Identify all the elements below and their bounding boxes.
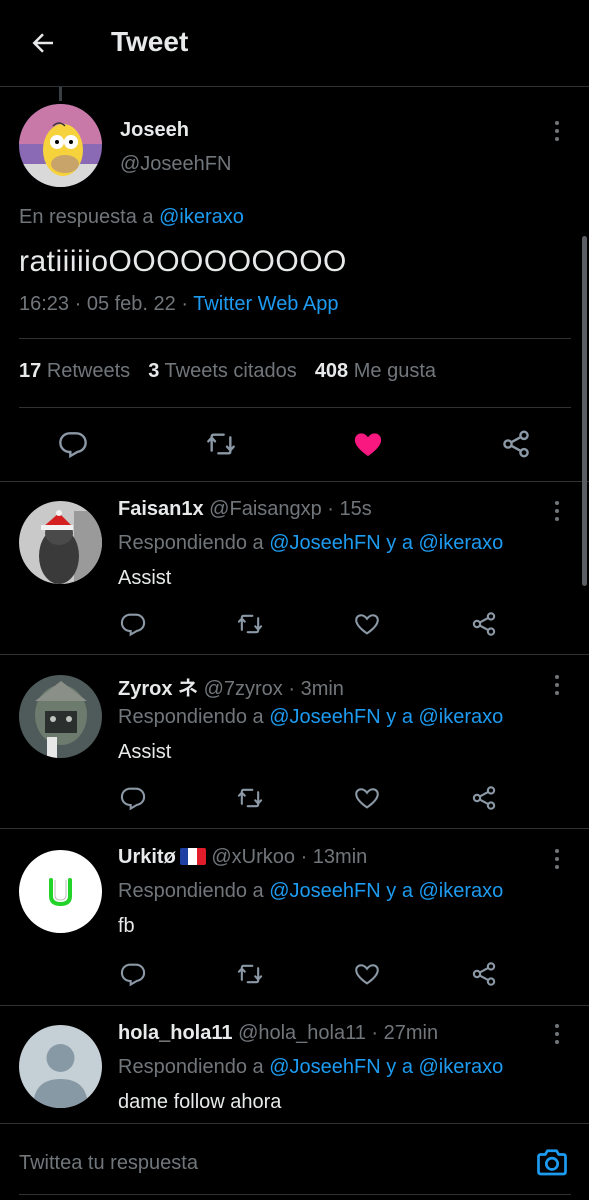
replying-prefix: Respondiendo a xyxy=(118,706,264,728)
tweet-timestamp[interactable]: 16:23 · 05 feb. 22 · xyxy=(19,293,188,315)
replying-prefix: Respondiendo a xyxy=(118,532,264,554)
author-name[interactable]: Zyrox ネ xyxy=(118,678,198,700)
thread-line xyxy=(59,87,62,101)
avatar[interactable] xyxy=(19,675,102,758)
top-bar: Tweet xyxy=(0,0,589,87)
divider xyxy=(19,407,571,408)
more-options-icon[interactable] xyxy=(552,1023,562,1045)
retweet-icon[interactable] xyxy=(236,784,264,812)
reply-context: En respuesta a @ikeraxo xyxy=(19,206,244,229)
tweet-source-link[interactable]: Twitter Web App xyxy=(193,293,338,315)
author-handle-time[interactable]: @xUrkoo · 13min xyxy=(211,846,367,868)
reply-input[interactable]: Twittea tu respuesta xyxy=(19,1152,198,1175)
replying-to: Respondiendo a @JoseehFN y a @ikeraxo xyxy=(118,880,503,903)
reply-header: hola_hola11 @hola_hola11 · 27min xyxy=(118,1022,438,1045)
reply-icon[interactable] xyxy=(119,960,147,988)
reply-prefix: En respuesta a xyxy=(19,206,154,228)
likes-stat[interactable]: 408 Me gusta xyxy=(315,360,436,382)
divider xyxy=(19,1194,571,1195)
avatar[interactable] xyxy=(19,501,102,584)
replying-prefix: Respondiendo a xyxy=(118,880,264,902)
author-name[interactable]: hola_hola11 xyxy=(118,1022,233,1044)
divider xyxy=(19,338,571,339)
author-handle-time[interactable]: @hola_hola11 · 27min xyxy=(238,1022,438,1044)
author-handle-time[interactable]: @7zyrox · 3min xyxy=(204,678,344,700)
reply-composer: Twittea tu respuesta xyxy=(0,1123,589,1200)
reply-text: dame follow ahora xyxy=(118,1091,282,1113)
more-options-icon[interactable] xyxy=(552,120,562,142)
reply-text: Assist xyxy=(118,567,172,589)
mention-links[interactable]: @JoseehFN y a @ikeraxo xyxy=(269,1056,503,1078)
reply-header: Urkitø @xUrkoo · 13min xyxy=(118,846,367,869)
reply-icon[interactable] xyxy=(119,784,147,812)
reply-icon[interactable] xyxy=(119,610,147,638)
retweet-icon[interactable] xyxy=(236,610,264,638)
more-options-icon[interactable] xyxy=(552,848,562,870)
reply-text: Assist xyxy=(118,741,172,763)
reply-header: Zyrox ネ @7zyrox · 3min xyxy=(118,672,344,701)
mention-links[interactable]: @JoseehFN y a @ikeraxo xyxy=(269,706,503,728)
avatar[interactable] xyxy=(19,104,102,187)
author-handle-time[interactable]: @Faisangxp · 15s xyxy=(209,498,372,520)
like-icon[interactable] xyxy=(353,960,381,988)
retweet-icon[interactable] xyxy=(205,428,237,460)
replying-to: Respondiendo a @JoseehFN y a @ikeraxo xyxy=(118,706,503,729)
reply-header: Faisan1x @Faisangxp · 15s xyxy=(118,498,372,521)
replying-to: Respondiendo a @JoseehFN y a @ikeraxo xyxy=(118,1056,503,1079)
retweet-icon[interactable] xyxy=(236,960,264,988)
reply-icon[interactable] xyxy=(57,428,89,460)
like-icon[interactable] xyxy=(353,610,381,638)
camera-icon[interactable] xyxy=(534,1144,570,1180)
mention-links[interactable]: @JoseehFN y a @ikeraxo xyxy=(269,880,503,902)
author-handle[interactable]: @JoseehFN xyxy=(120,153,231,176)
share-icon[interactable] xyxy=(470,784,498,812)
tweet-meta: 16:23 · 05 feb. 22 · Twitter Web App xyxy=(19,293,338,316)
tweet-stats: 17 Retweets 3 Tweets citados 408 Me gusta xyxy=(19,360,436,383)
avatar[interactable] xyxy=(19,1025,102,1108)
french-flag-icon xyxy=(179,848,206,865)
avatar[interactable] xyxy=(19,850,102,933)
reply-text: fb xyxy=(118,915,135,937)
replying-to: Respondiendo a @JoseehFN y a @ikeraxo xyxy=(118,532,503,555)
like-icon[interactable] xyxy=(353,784,381,812)
quotes-stat[interactable]: 3 Tweets citados xyxy=(148,360,297,382)
share-icon[interactable] xyxy=(470,960,498,988)
author-name[interactable]: Urkitø xyxy=(118,846,176,868)
more-options-icon[interactable] xyxy=(552,674,562,696)
tweet-text: ratiiiiioOOOOOOOOOO xyxy=(19,245,347,278)
retweets-stat[interactable]: 17 Retweets xyxy=(19,360,130,382)
share-icon[interactable] xyxy=(500,428,532,460)
reply-tweet[interactable]: Zyrox ネ @7zyrox · 3min Respondiendo a @J… xyxy=(0,656,589,829)
reply-tweet[interactable]: hola_hola11 @hola_hola11 · 27min Respond… xyxy=(0,1007,589,1123)
page-title: Tweet xyxy=(111,26,189,57)
back-arrow-icon[interactable] xyxy=(28,28,58,58)
reply-tweet[interactable]: Faisan1x @Faisangxp · 15s Respondiendo a… xyxy=(0,482,589,655)
reply-tweet[interactable]: Urkitø @xUrkoo · 13min Respondiendo a @J… xyxy=(0,830,589,1006)
author-name[interactable]: Faisan1x xyxy=(118,498,204,520)
share-icon[interactable] xyxy=(470,610,498,638)
author-name[interactable]: Joseeh xyxy=(120,119,189,142)
replying-prefix: Respondiendo a xyxy=(118,1056,264,1078)
like-icon[interactable] xyxy=(352,428,384,460)
mention-links[interactable]: @JoseehFN y a @ikeraxo xyxy=(269,532,503,554)
more-options-icon[interactable] xyxy=(552,500,562,522)
reply-mention-link[interactable]: @ikeraxo xyxy=(159,206,244,228)
